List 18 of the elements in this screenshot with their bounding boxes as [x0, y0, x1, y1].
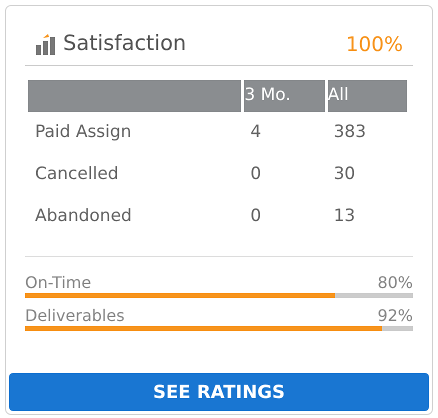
meter-label: Deliverables	[25, 306, 125, 326]
column-header: All	[328, 80, 407, 112]
table-cell-text: 30	[332, 163, 356, 186]
score: 100%	[346, 30, 403, 58]
meter-label: On-Time	[25, 273, 92, 293]
table-cell-text: 0	[249, 205, 262, 228]
table-cell-text: Paid Assign	[34, 121, 132, 144]
table-cell-text: 13	[332, 205, 356, 228]
column-header: 3 Mo.	[244, 80, 325, 112]
card-title: Satisfaction	[63, 30, 186, 57]
meter-reading: 92%	[377, 306, 413, 326]
table-cell-text: 0	[249, 163, 262, 186]
table-cell-text: Abandoned	[34, 205, 133, 228]
meter-reading: 80%	[377, 273, 413, 293]
table-cell-text: 383	[332, 121, 368, 144]
table-cell-text: 4	[249, 121, 262, 144]
see-ratings-button[interactable]: SEE RATINGS	[9, 373, 429, 411]
table-cell-text: Cancelled	[34, 163, 120, 186]
